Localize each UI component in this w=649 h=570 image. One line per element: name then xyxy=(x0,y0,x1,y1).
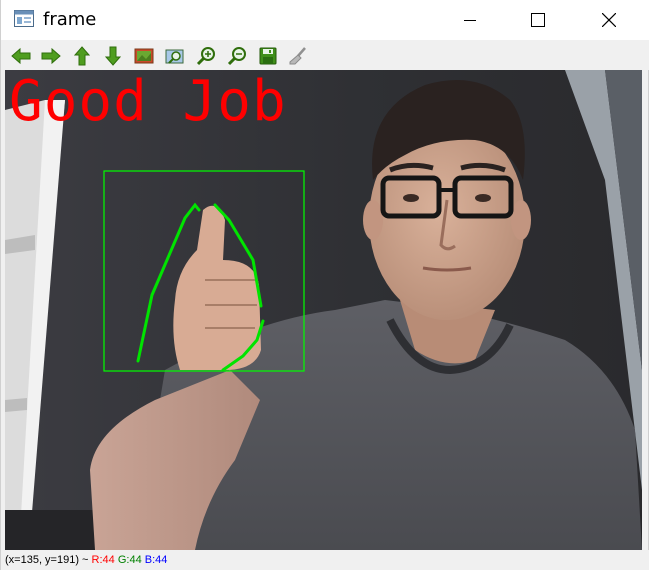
properties-button[interactable] xyxy=(287,45,309,67)
person-head xyxy=(363,80,531,320)
pixel-blue-value: B:44 xyxy=(144,554,168,566)
arrow-up-icon xyxy=(73,46,91,66)
minimize-button[interactable] xyxy=(447,0,493,40)
camera-frame: Good Job xyxy=(5,70,642,550)
zoom-in-icon xyxy=(196,47,215,66)
maximize-button[interactable] xyxy=(515,0,561,40)
status-bar: (x=135, y=191) ~ R:44 G:44 B:44 xyxy=(1,550,649,570)
save-button[interactable] xyxy=(257,45,279,67)
maximize-icon xyxy=(531,13,545,27)
opencv-window: frame Good Job (x=135, y=191) ~ R:44 G:4… xyxy=(0,0,649,570)
minimize-icon xyxy=(464,20,476,21)
image-viewport[interactable]: Good Job xyxy=(5,70,642,550)
arrow-right-icon xyxy=(41,47,61,65)
window-title: frame xyxy=(43,9,97,30)
pan-left-button[interactable] xyxy=(10,45,32,67)
pan-down-button[interactable] xyxy=(102,45,124,67)
pixel-red-value: R:44 xyxy=(91,554,115,566)
zoom-out-button[interactable] xyxy=(226,45,248,67)
zoom-fit-icon xyxy=(165,49,184,64)
zoom-out-icon xyxy=(227,47,246,66)
app-window-icon xyxy=(14,10,34,27)
save-icon xyxy=(259,47,277,65)
overlay-text: Good Job xyxy=(9,70,287,134)
close-icon xyxy=(602,13,616,27)
pan-up-button[interactable] xyxy=(71,45,93,67)
arrow-left-icon xyxy=(11,47,31,65)
brush-icon xyxy=(289,47,306,65)
toolbar xyxy=(1,40,649,70)
zoom-fit-button[interactable] xyxy=(164,45,186,67)
zoom-actual-button[interactable] xyxy=(133,45,155,67)
cursor-coordinates: (x=135, y=191) ~ xyxy=(5,554,89,566)
zoom-image-icon xyxy=(134,48,154,64)
arrow-down-icon xyxy=(104,46,122,66)
pixel-green-value: G:44 xyxy=(117,554,142,566)
close-button[interactable] xyxy=(586,0,632,40)
zoom-in-button[interactable] xyxy=(195,45,217,67)
pan-right-button[interactable] xyxy=(40,45,62,67)
title-bar[interactable]: frame xyxy=(1,0,649,40)
